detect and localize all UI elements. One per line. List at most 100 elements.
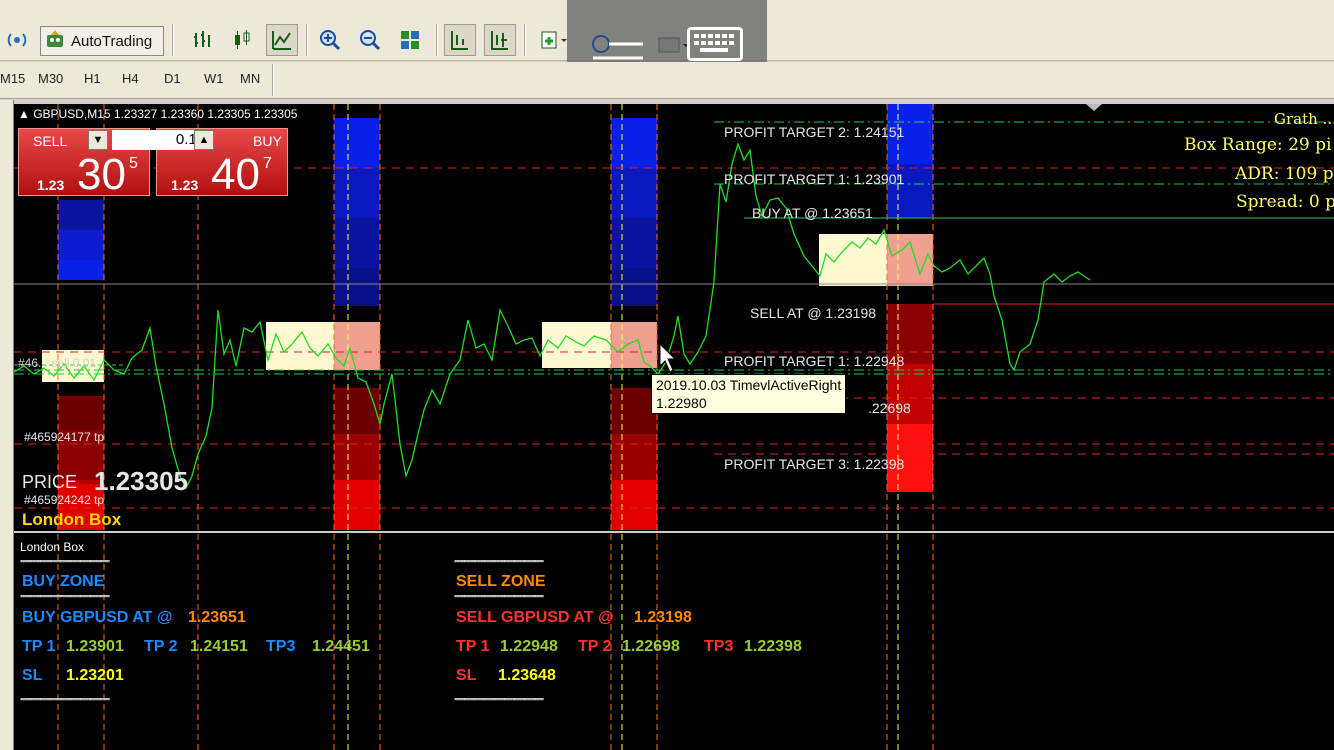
profit-target-1-sell-label: PROFIT TARGET 1: 1.22948	[724, 353, 905, 369]
timeframe-bar: M15 M30 H1 H4 D1 W1 MN	[0, 62, 1334, 99]
bar-chart-icon[interactable]	[188, 24, 216, 56]
sell-tp1-label: TP 1	[456, 638, 490, 655]
zoom-out-icon[interactable]	[356, 24, 384, 56]
timeframe-d1[interactable]: D1	[164, 71, 181, 86]
timeframe-w1[interactable]: W1	[204, 71, 224, 86]
london-box-label: London Box	[22, 510, 122, 529]
sell-price-big: 30	[77, 150, 126, 199]
lot-increase-button[interactable]: ▲	[194, 130, 214, 150]
buy-tp2-label: TP 2	[144, 638, 178, 655]
adr-info: ADR: 109 pi	[1235, 164, 1334, 184]
sell-price-sup: 5	[129, 155, 138, 172]
profit-target-2-buy-label: PROFIT TARGET 2: 1.24151	[724, 124, 905, 140]
sell-at-panel-label: SELL GBPUSD AT @	[456, 609, 614, 626]
spread-info: Spread: 0 pi	[1236, 192, 1334, 212]
sell-sl-value: 1.23648	[498, 667, 556, 684]
divider-dots: ''''''''''''''''''''''''''''''''''''''''…	[454, 697, 544, 708]
zoom-in-icon[interactable]	[316, 24, 344, 56]
take-profit-order-1-label[interactable]: #465924177 tp	[24, 430, 104, 444]
buy-tp1-value: 1.23901	[66, 638, 124, 655]
box-range-info: Box Range: 29 pi	[1184, 135, 1332, 155]
take-profit-order-2-label[interactable]: #465924242 tp	[24, 493, 104, 507]
blue-zone-bar-2	[334, 118, 380, 306]
tooltip-line-1: 2019.10.03 TimevlActiveRight	[656, 377, 842, 393]
tooltip-line-2: 1.22980	[656, 395, 707, 411]
red-zone-bar-2	[334, 388, 380, 530]
buy-price-big: 40	[211, 150, 260, 199]
divider-dots: ''''''''''''''''''''''''''''''''''''''''…	[20, 594, 110, 605]
scroll-marker-icon	[1086, 104, 1102, 111]
profit-target-2-sell-label: .22698	[868, 400, 911, 416]
divider-dots: ''''''''''''''''''''''''''''''''''''''''…	[454, 594, 544, 605]
divider-dots: ''''''''''''''''''''''''''''''''''''''''…	[454, 559, 544, 570]
london-box-buy-zone-2	[266, 322, 334, 370]
sell-label: SELL	[33, 133, 68, 149]
buy-tp3-label: TP3	[266, 638, 296, 655]
indicator-panel-name: London Box	[20, 540, 85, 554]
divider-dots: ''''''''''''''''''''''''''''''''''''''''…	[20, 697, 110, 708]
profit-target-1-buy-label: PROFIT TARGET 1: 1.23901	[724, 171, 905, 187]
buy-label: BUY	[253, 133, 282, 149]
autoscroll-icon[interactable]	[484, 24, 516, 56]
sell-zone-heading: SELL ZONE	[456, 573, 546, 590]
price-label: PRICE	[22, 472, 78, 492]
lot-decrease-button[interactable]: ▼	[88, 130, 108, 150]
buy-sl-value: 1.23201	[66, 667, 124, 684]
timeframe-mn[interactable]: MN	[240, 71, 260, 86]
profit-target-3-sell-label: PROFIT TARGET 3: 1.22398	[724, 456, 905, 472]
london-box-buy-zone-3	[542, 322, 611, 368]
toolbar-separator	[172, 24, 174, 56]
blue-zone-bar-3	[611, 118, 657, 306]
one-click-trading-panel: SELL 1.23 30 5 BUY 1.23 40 7 ▼ 0.11 ▲	[18, 128, 290, 198]
buy-tp2-value: 1.24151	[190, 638, 248, 655]
timeframe-m30[interactable]: M30	[38, 71, 63, 86]
autotrading-icon	[45, 29, 65, 53]
chart-tooltip: 2019.10.03 TimevlActiveRight 1.22980	[651, 374, 847, 414]
london-box-sell-zone-3	[611, 322, 657, 368]
blue-zone-bar-4	[887, 104, 933, 218]
timeframe-h4[interactable]: H4	[122, 71, 139, 86]
buy-zone-heading: BUY ZONE	[22, 573, 105, 590]
chart-shift-icon[interactable]	[444, 24, 476, 56]
signal-icon[interactable]	[4, 24, 30, 56]
buy-sl-label: SL	[22, 667, 43, 684]
sell-order-label[interactable]: #46... sell 0.01	[18, 356, 96, 370]
sell-at-label: SELL AT @ 1.23198	[750, 305, 877, 321]
sell-price-prefix: 1.23	[37, 177, 65, 193]
right-info-title: Grath ...	[1274, 110, 1334, 128]
toolbar-separator	[524, 24, 526, 56]
sell-sl-label: SL	[456, 667, 477, 684]
autotrading-button[interactable]: AutoTrading	[40, 26, 164, 56]
buy-at-panel-value: 1.23651	[188, 609, 246, 626]
price-value: 1.23305	[94, 466, 188, 496]
timeframe-m15[interactable]: M15	[0, 71, 25, 86]
line-chart-icon[interactable]	[266, 24, 298, 56]
keyboard-icon[interactable]	[687, 27, 743, 61]
candlestick-chart-icon[interactable]	[228, 24, 256, 56]
toolbar-separator	[436, 24, 438, 56]
toolbar-separator	[272, 64, 274, 96]
tile-windows-icon[interactable]	[396, 24, 424, 56]
blue-zone-bar-1	[58, 200, 104, 280]
sell-tp3-label: TP3	[704, 638, 734, 655]
period-dropdown-icon[interactable]	[589, 32, 689, 62]
buy-tp3-value: 1.24451	[312, 638, 370, 655]
buy-at-label: BUY AT @ 1.23651	[752, 205, 873, 221]
buy-tp1-label: TP 1	[22, 638, 56, 655]
buy-at-panel-label: BUY GBPUSD AT @	[22, 609, 173, 626]
sell-tp2-value: 1.22698	[622, 638, 680, 655]
timeframe-h1[interactable]: H1	[84, 71, 101, 86]
buy-price-prefix: 1.23	[171, 177, 199, 193]
toolbar-separator	[306, 24, 308, 56]
autotrading-label: AutoTrading	[71, 32, 153, 50]
window-border	[0, 100, 14, 750]
sell-tp2-label: TP 2	[578, 638, 612, 655]
sell-tp1-value: 1.22948	[500, 638, 558, 655]
chart-window[interactable]: ▲ GBPUSD,M15 1.23327 1.23360 1.23305 1.2…	[14, 104, 1334, 750]
indicator-panel: London Box '''''''''''''''''''''''''''''…	[14, 534, 1334, 750]
chart-header: ▲ GBPUSD,M15 1.23327 1.23360 1.23305 1.2…	[18, 107, 298, 121]
divider-dots: ''''''''''''''''''''''''''''''''''''''''…	[20, 559, 110, 570]
sell-tp3-value: 1.22398	[744, 638, 802, 655]
buy-price-sup: 7	[263, 155, 272, 172]
sell-at-panel-value: 1.23198	[634, 609, 692, 626]
